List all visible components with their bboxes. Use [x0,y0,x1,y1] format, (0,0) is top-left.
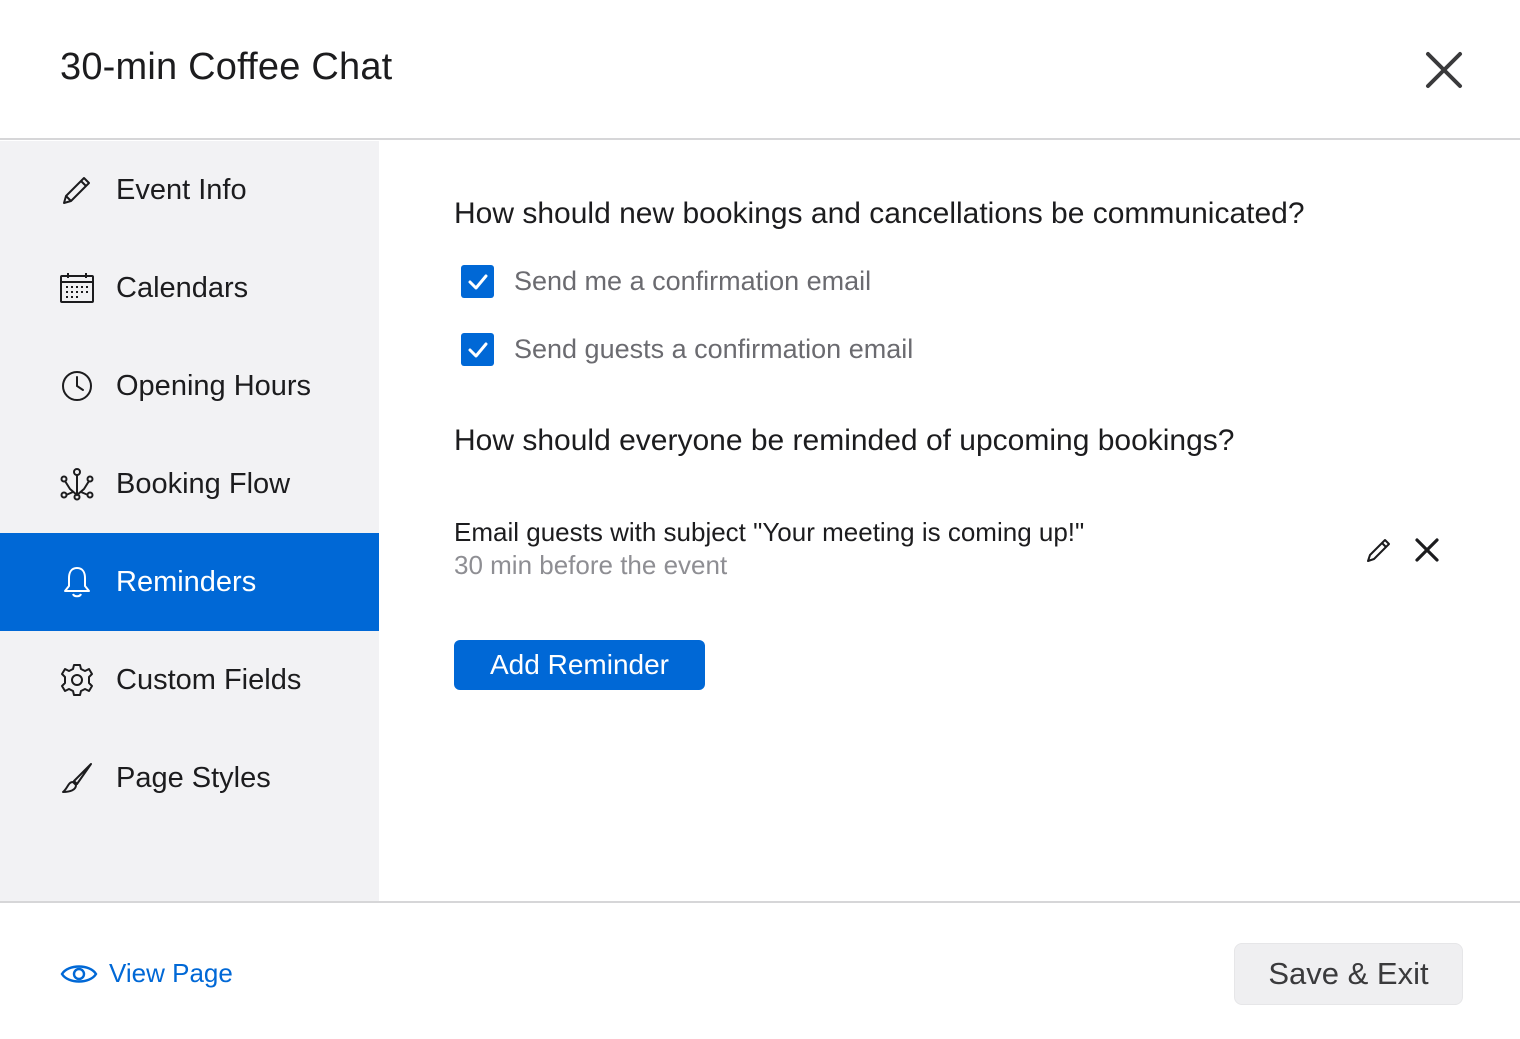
reminder-question: How should everyone be reminded of upcom… [454,424,1235,457]
view-page-label: View Page [109,958,233,988]
sidebar-item-label: Page Styles [116,761,271,794]
flow-icon [60,467,94,501]
sidebar-item-reminders[interactable]: Reminders [0,533,379,631]
sidebar-item-calendars[interactable]: Calendars [0,239,379,337]
sidebar-item-label: Opening Hours [116,369,312,402]
reminder-timing: 30 min before the event [454,550,728,580]
close-icon [1415,538,1439,562]
checkbox-label: Send me a confirmation email [514,266,872,296]
sidebar-item-opening-hours[interactable]: Opening Hours [0,337,379,435]
gear-icon [60,663,94,697]
view-page-link[interactable]: View Page [60,958,233,989]
reminder-title: Email guests with subject "Your meeting … [454,517,1085,547]
add-reminder-button[interactable]: Add Reminder [454,640,705,690]
modal-footer: View Page Save & Exit [0,901,1520,1039]
delete-reminder-button[interactable] [1412,535,1442,565]
sidebar-item-booking-flow[interactable]: Booking Flow [0,435,379,533]
reminders-panel: How should new bookings and cancellation… [379,141,1520,901]
page-title: 30-min Coffee Chat [60,46,393,88]
checkbox-checked[interactable] [461,265,494,298]
sidebar-item-label: Custom Fields [116,663,302,696]
pencil-icon [1367,539,1390,562]
calendar-icon [60,271,94,305]
eye-icon [60,964,98,983]
save-exit-button[interactable]: Save & Exit [1234,943,1463,1005]
brush-icon [60,761,94,795]
sidebar-item-event-info[interactable]: Event Info [0,141,379,239]
confirm-me-checkbox[interactable]: Send me a confirmation email [461,265,871,298]
modal-header: 30-min Coffee Chat [0,0,1520,140]
checkmark-icon [468,342,487,357]
checkbox-checked[interactable] [461,333,494,366]
clock-icon [60,369,94,403]
sidebar-item-page-styles[interactable]: Page Styles [0,729,379,827]
sidebar-item-label: Reminders [116,565,257,598]
checkbox-label: Send guests a confirmation email [514,334,914,364]
bell-icon [60,565,94,599]
edit-reminder-button[interactable] [1364,535,1394,565]
close-button[interactable] [1420,46,1468,94]
sidebar-item-label: Booking Flow [116,467,291,500]
checkmark-icon [468,274,487,289]
confirm-guests-checkbox[interactable]: Send guests a confirmation email [461,333,913,366]
pencil-icon [60,173,94,207]
sidebar-nav: Event Info Calendars Opening Hours Booki… [0,141,379,901]
close-icon [1426,52,1462,88]
sidebar-item-label: Calendars [116,271,249,304]
sidebar-item-custom-fields[interactable]: Custom Fields [0,631,379,729]
sidebar-item-label: Event Info [116,173,247,206]
communication-question: How should new bookings and cancellation… [454,197,1305,230]
